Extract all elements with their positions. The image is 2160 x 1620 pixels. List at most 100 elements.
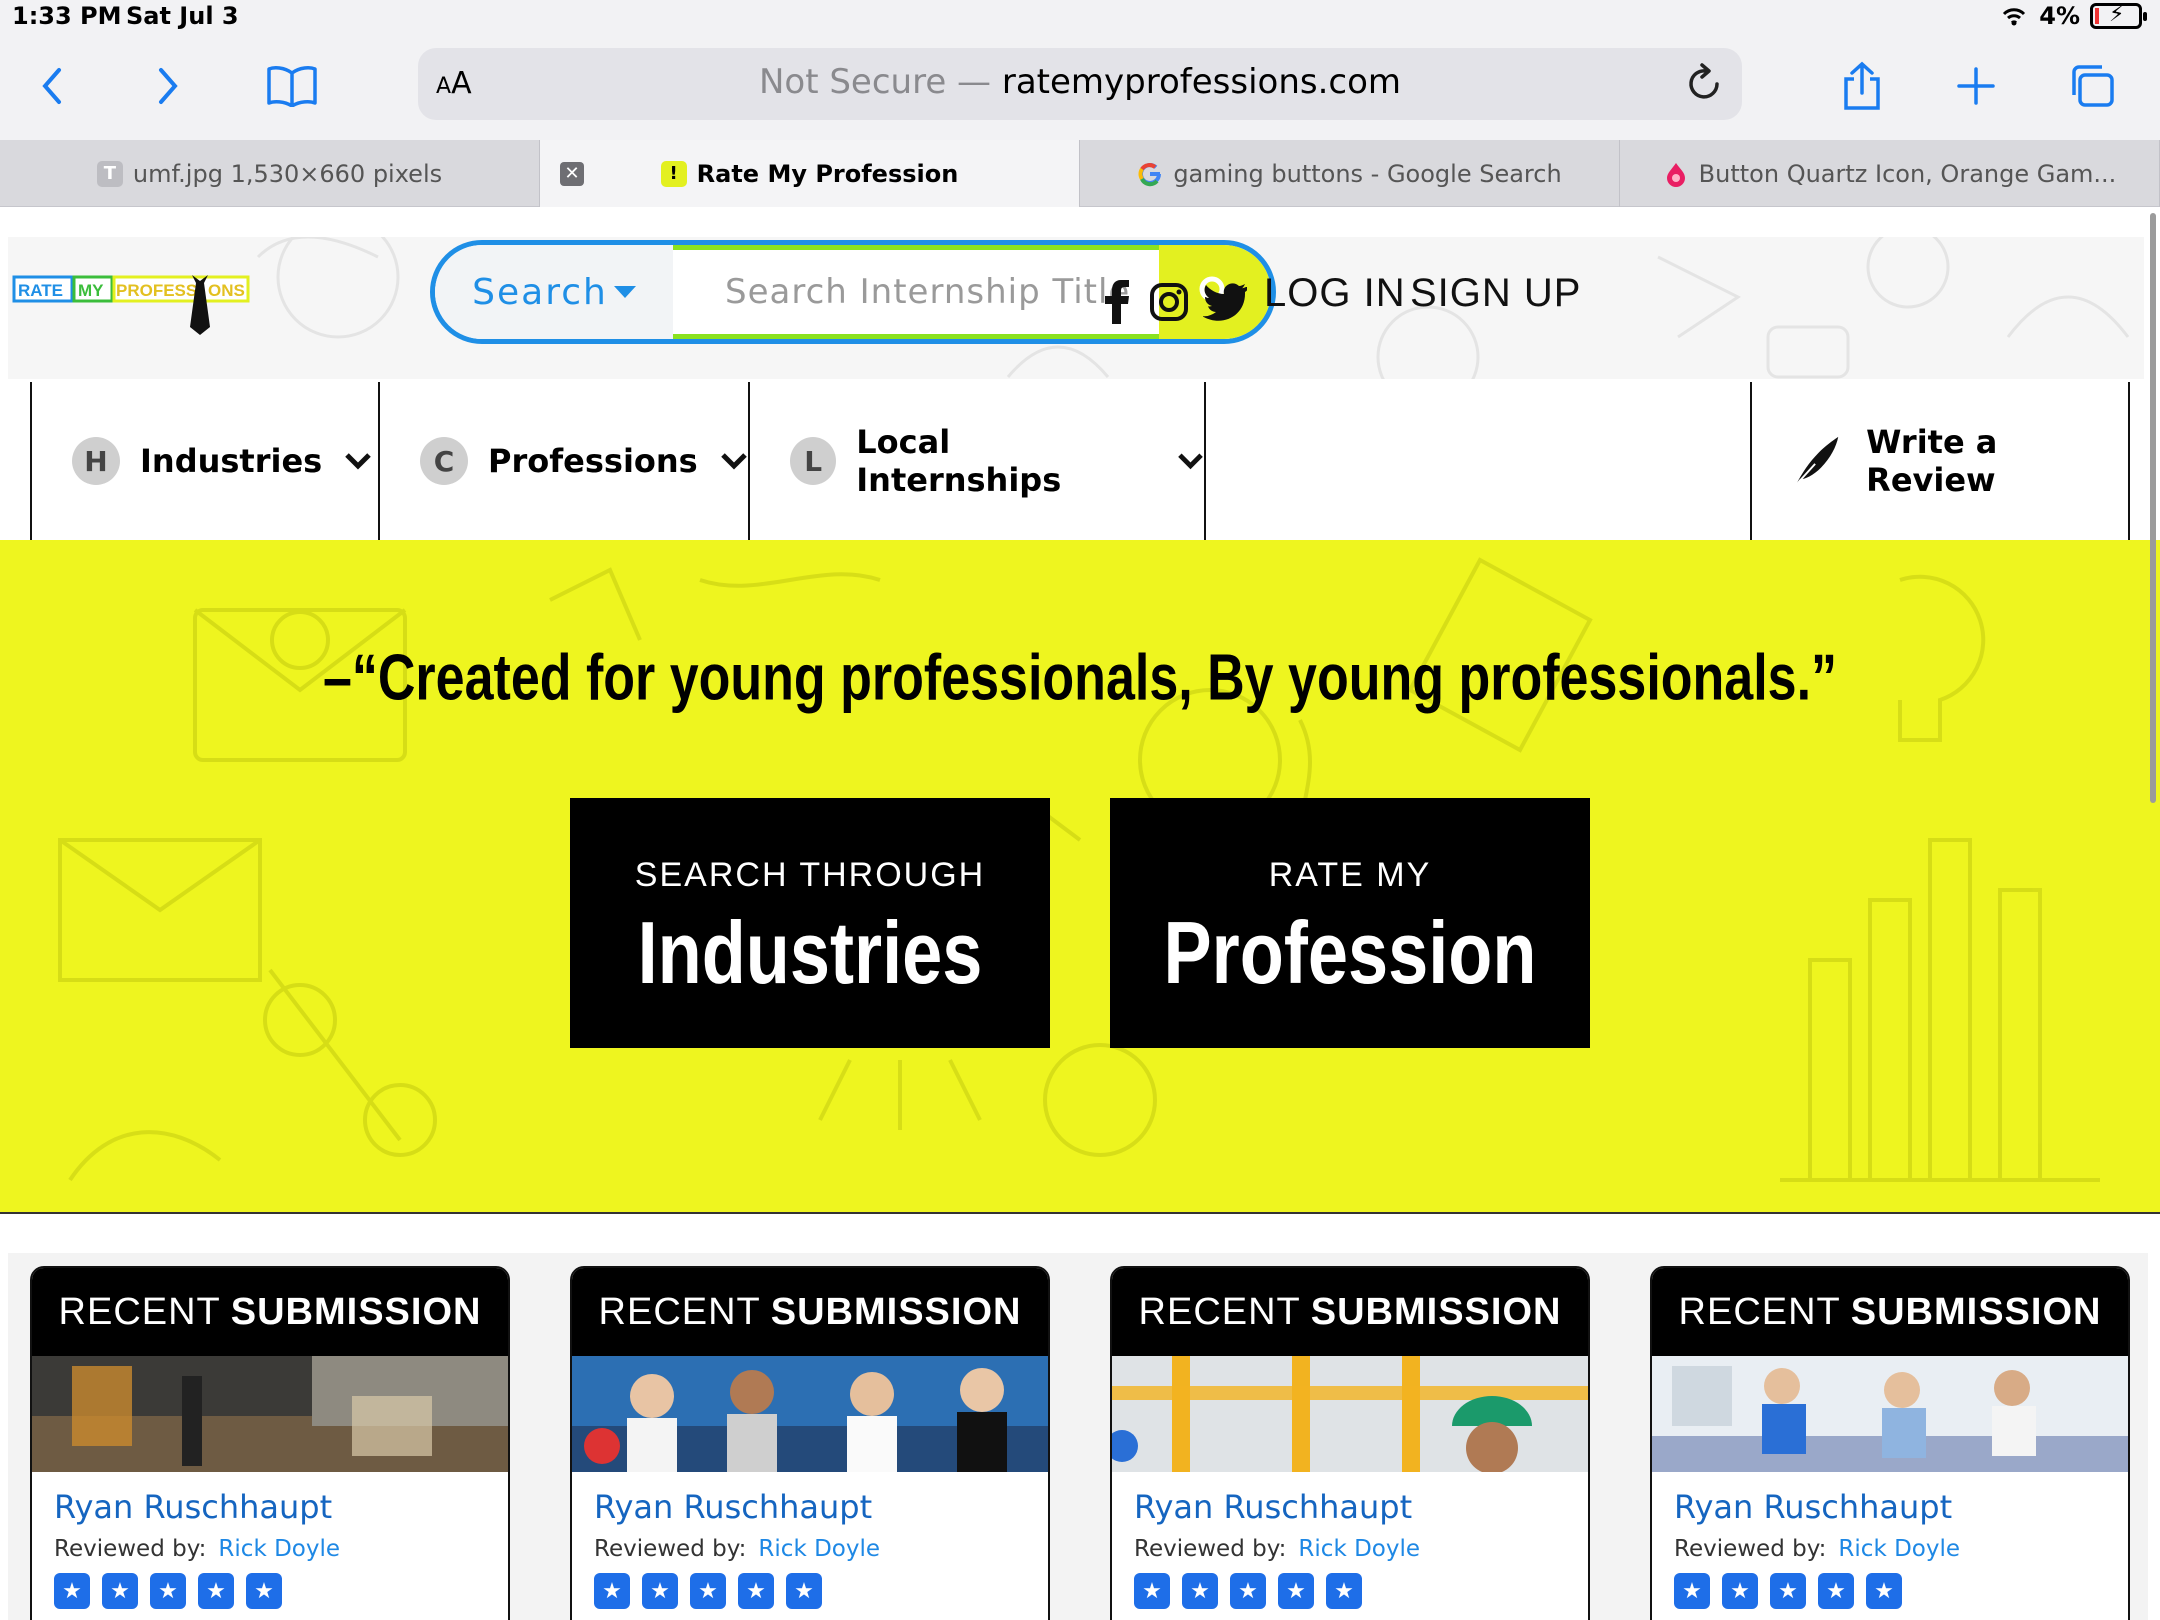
card-reviewer: Reviewed by: Rick Doyle <box>1134 1536 1421 1562</box>
card-name-link[interactable]: Ryan Ruschhaupt <box>594 1488 872 1526</box>
chevron-down-icon <box>1178 453 1203 470</box>
card-name-link[interactable]: Ryan Ruschhaupt <box>1134 1488 1412 1526</box>
logo-graphic: RATE MY PROFESS ONS <box>12 275 250 335</box>
hero-tagline: –“Created for young professionals, By yo… <box>322 641 1838 715</box>
engineer-photo <box>1112 1356 1588 1472</box>
chevron-down-icon <box>720 453 747 470</box>
book-icon <box>267 66 317 107</box>
nav-label: Industries <box>140 442 323 480</box>
write-review-link[interactable]: Write a Review <box>1750 382 2130 540</box>
status-bar: 1:33 PM Sat Jul 3 4% ⚡ <box>0 0 2160 40</box>
signup-link[interactable]: SIGN UP <box>1410 271 1581 316</box>
search-dropdown[interactable]: Search <box>435 245 673 339</box>
flame-favicon-icon <box>1666 162 1685 187</box>
not-secure-label: Not Secure — <box>758 62 992 102</box>
reviewer-link[interactable]: Rick Doyle <box>1838 1536 1960 1562</box>
instagram-link[interactable] <box>1144 277 1194 327</box>
star-icon: ★ <box>594 1573 630 1609</box>
reviewer-link[interactable]: Rick Doyle <box>1298 1536 1420 1562</box>
battery-icon: ⚡ <box>2090 2 2147 29</box>
star-icon: ★ <box>150 1573 186 1609</box>
page-scrollbar[interactable] <box>2150 213 2156 803</box>
site-favicon-icon: ! <box>660 160 687 187</box>
facebook-link[interactable] <box>1092 277 1142 327</box>
factory-photo <box>32 1356 508 1472</box>
star-icon: ★ <box>642 1573 678 1609</box>
star-icon: ★ <box>1722 1573 1758 1609</box>
quill-pen-icon <box>1795 436 1839 486</box>
browser-toolbar: AA Not Secure — ratemyprofessions.com <box>0 40 2160 140</box>
star-icon: ★ <box>1674 1573 1710 1609</box>
login-link[interactable]: LOG IN <box>1264 271 1406 316</box>
plus-icon <box>1957 67 1995 105</box>
address-bar[interactable]: AA Not Secure — ratemyprofessions.com <box>418 48 1742 120</box>
tab-button-quartz[interactable]: Button Quartz Icon, Orange Gam... <box>1620 140 2160 207</box>
nav-label: Professions <box>488 442 698 480</box>
rate-profession-button[interactable]: RATE MY Profession <box>1110 798 1590 1048</box>
star-icon: ★ <box>738 1573 774 1609</box>
logo-word-rate: RATE <box>18 281 63 300</box>
site-logo[interactable]: RATE MY PROFESS ONS <box>12 259 252 339</box>
star-icon: ★ <box>102 1573 138 1609</box>
submission-card[interactable]: RECENT SUBMISSION Ryan Ruschhaupt Reviewe… <box>30 1266 510 1620</box>
nav-industries[interactable]: H Industries <box>30 382 380 540</box>
cta-big-label: Industries <box>637 903 983 1002</box>
search-industries-button[interactable]: SEARCH THROUGH Industries <box>570 798 1050 1048</box>
chevron-down-icon <box>345 453 371 470</box>
card-name-link[interactable]: Ryan Ruschhaupt <box>54 1488 332 1526</box>
star-icon: ★ <box>54 1573 90 1609</box>
share-button[interactable] <box>1832 56 1892 116</box>
twitter-link[interactable] <box>1200 277 1250 327</box>
card-heading: RECENT SUBMISSION <box>32 1268 508 1356</box>
tab-rate-my-profession[interactable]: ✕ ! Rate My Profession <box>540 140 1080 207</box>
wifi-icon <box>2003 8 2026 26</box>
card-name-link[interactable]: Ryan Ruschhaupt <box>1674 1488 1952 1526</box>
chevron-left-icon <box>42 68 61 104</box>
tab-title: gaming buttons - Google Search <box>1173 159 1562 188</box>
tabs-icon <box>2072 65 2114 107</box>
reload-icon[interactable] <box>1684 62 1724 104</box>
submission-card[interactable]: RECENT SUBMISSION Ryan Ruschhaupt Reviewe… <box>570 1266 1050 1620</box>
team-photo <box>572 1356 1048 1472</box>
star-icon: ★ <box>198 1573 234 1609</box>
star-icon: ★ <box>1278 1573 1314 1609</box>
submission-card[interactable]: RECENT SUBMISSION Ryan Ruschhaupt Reviewe… <box>1110 1266 1590 1620</box>
hero-banner: –“Created for young professionals, By yo… <box>0 540 2160 1214</box>
cta-big-label: Profession <box>1163 903 1537 1002</box>
back-button[interactable] <box>22 56 82 116</box>
url-display[interactable]: Not Secure — ratemyprofessions.com <box>418 62 1742 102</box>
twitter-icon <box>1203 283 1247 321</box>
tab-title: Rate My Profession <box>696 159 959 188</box>
card-heading: RECENT SUBMISSION <box>572 1268 1048 1356</box>
web-page: RATE MY PROFESS ONS Search Search Intern… <box>0 207 2160 1620</box>
star-icon: ★ <box>1326 1573 1362 1609</box>
facebook-icon <box>1105 280 1129 324</box>
close-tab-icon[interactable]: ✕ <box>560 162 584 186</box>
nav-label: Local Internships <box>856 423 1062 499</box>
status-date: Sat Jul 3 <box>126 2 239 30</box>
tab-google-search[interactable]: gaming buttons - Google Search <box>1080 140 1620 207</box>
nav-local-internships[interactable]: L Local Internships <box>748 382 1206 540</box>
nav-professions[interactable]: C Professions <box>378 382 750 540</box>
submission-card[interactable]: RECENT SUBMISSION Ryan Ruschhaupt Reviewe… <box>1650 1266 2130 1620</box>
tab-overview-button[interactable] <box>2062 56 2122 116</box>
instagram-icon <box>1150 283 1188 321</box>
tab-title: Button Quartz Icon, Orange Gam... <box>1698 159 2117 188</box>
bookmarks-button[interactable] <box>262 56 322 116</box>
write-review-label: Write a Review <box>1866 423 1998 499</box>
reviewer-link[interactable]: Rick Doyle <box>758 1536 880 1562</box>
site-header: RATE MY PROFESS ONS Search Search Intern… <box>8 237 2144 379</box>
tab-umf-image[interactable]: T umf.jpg 1,530×660 pixels <box>0 140 540 207</box>
star-icon: ★ <box>1182 1573 1218 1609</box>
new-tab-button[interactable] <box>1946 56 2006 116</box>
cta-small-label: RATE MY <box>1268 856 1432 894</box>
cta-small-label: SEARCH THROUGH <box>634 856 986 894</box>
logo-word-my: MY <box>78 281 104 300</box>
tab-bar: T umf.jpg 1,530×660 pixels ✕ ! Rate My P… <box>0 140 2160 207</box>
reviewer-link[interactable]: Rick Doyle <box>218 1536 340 1562</box>
star-rating: ★ ★ ★ ★ ★ <box>594 1573 822 1609</box>
battery-percent: 4% <box>2039 2 2080 30</box>
google-icon <box>1138 162 1162 186</box>
main-nav: H Industries C Professions L Local Inter… <box>0 382 2160 540</box>
forward-button[interactable] <box>138 56 198 116</box>
